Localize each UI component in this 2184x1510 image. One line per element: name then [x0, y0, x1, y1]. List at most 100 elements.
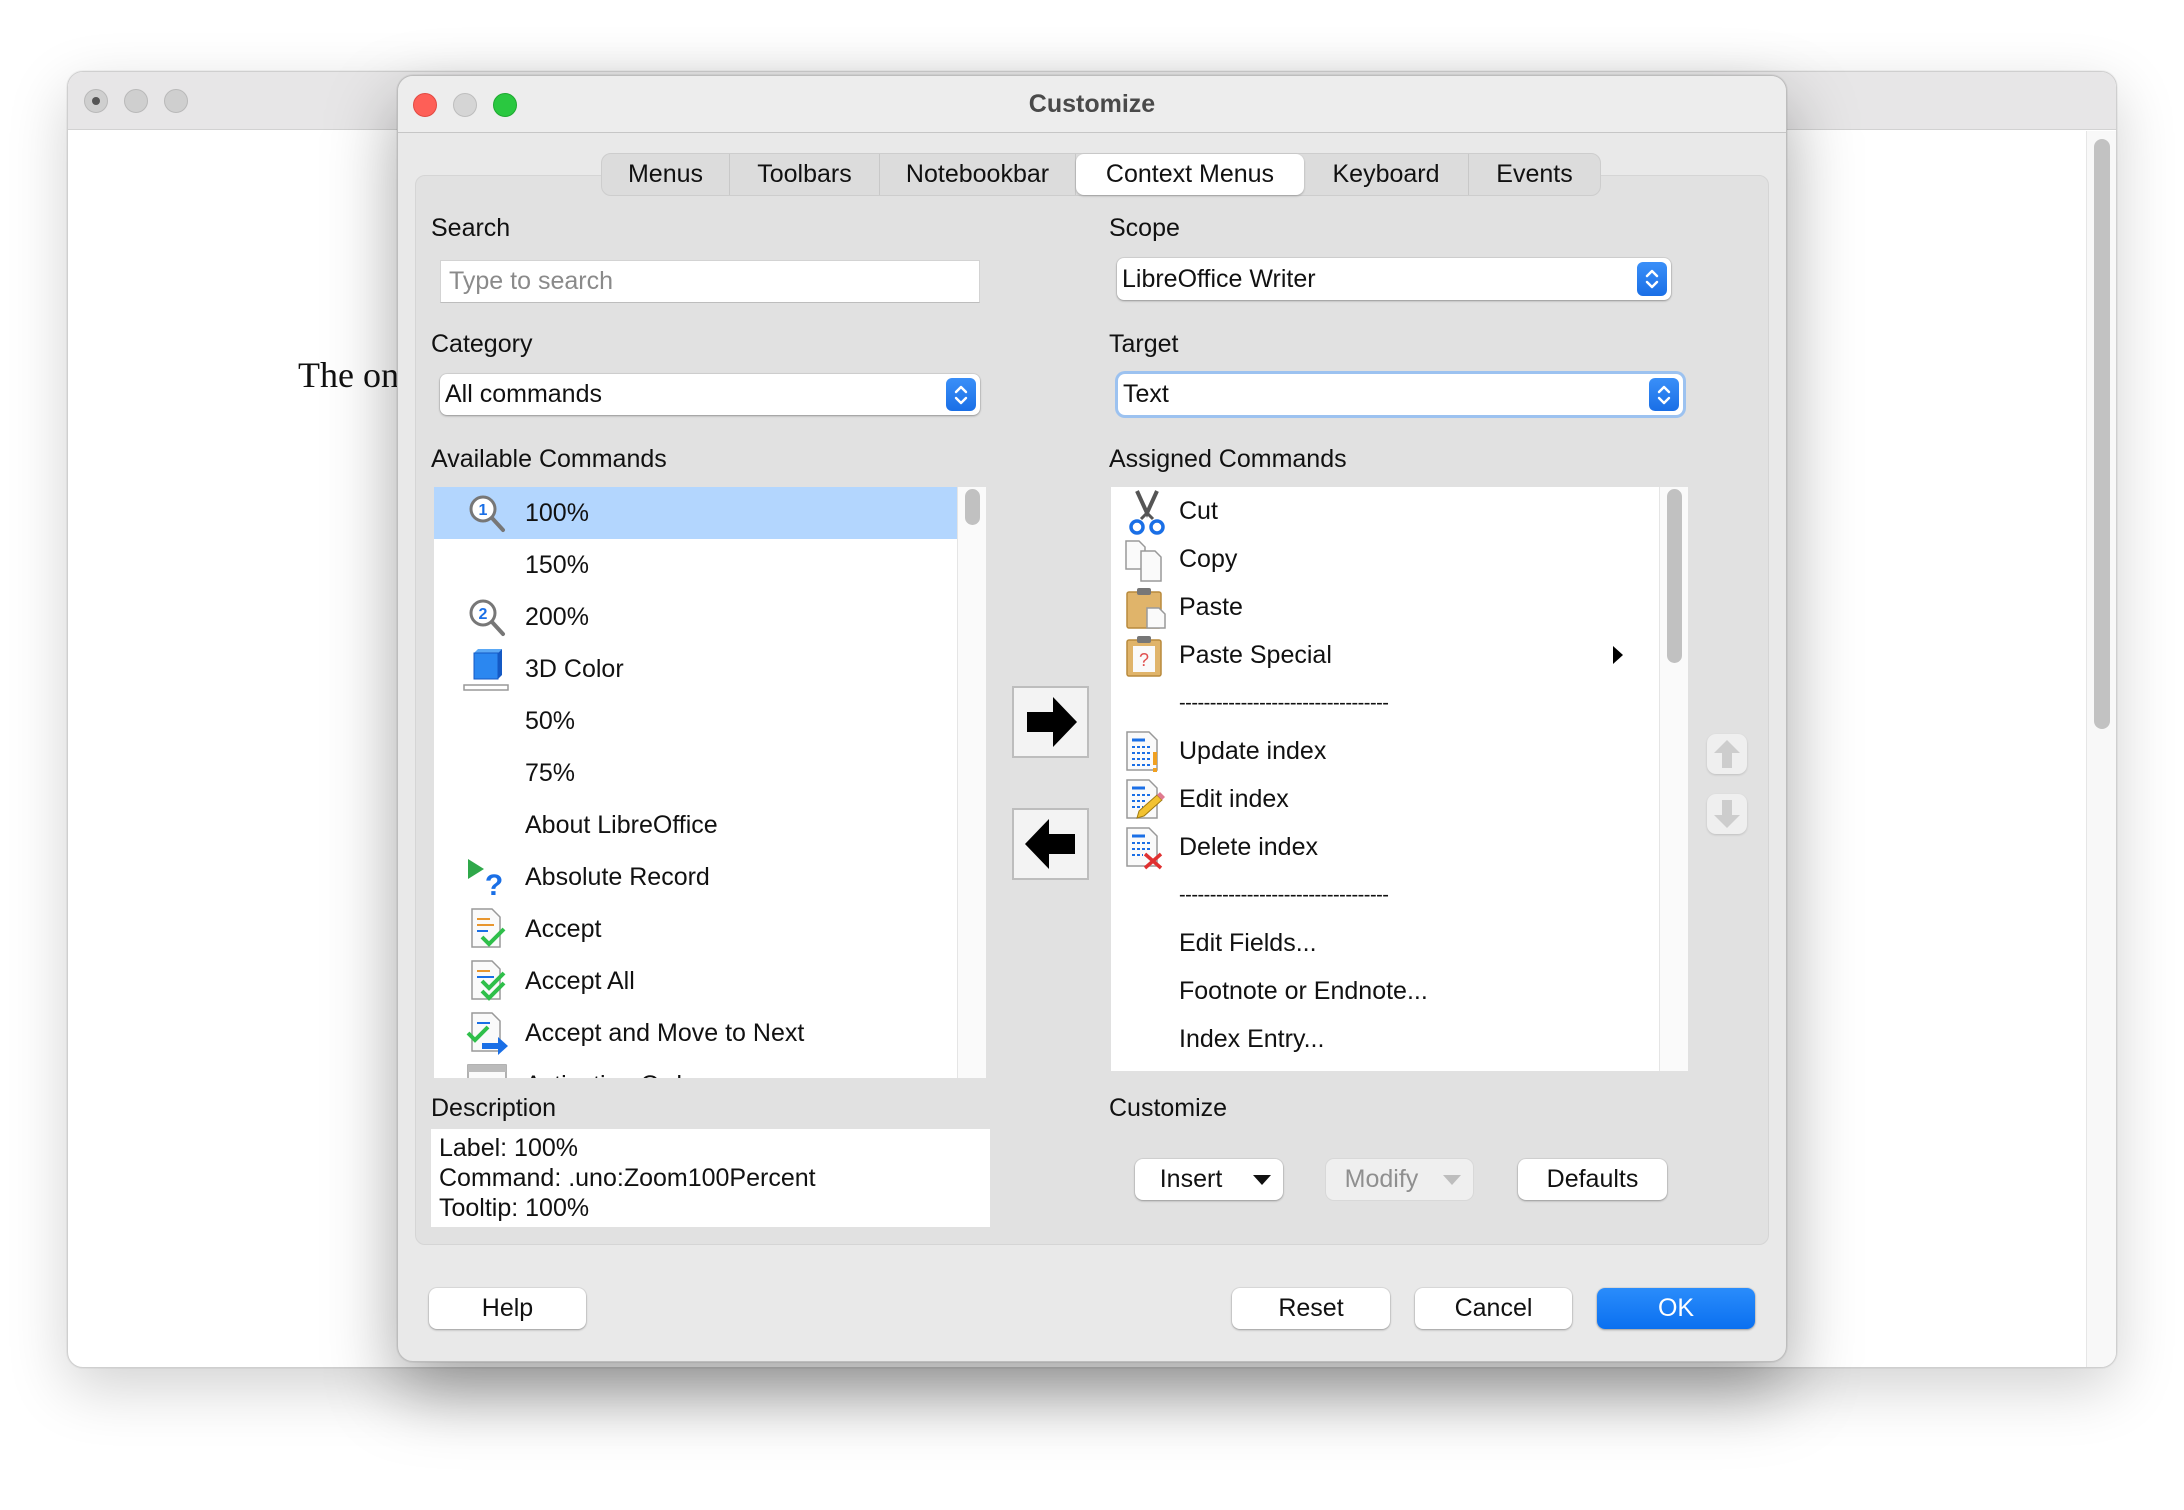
reset-button[interactable]: Reset: [1232, 1288, 1390, 1329]
insert-menu-button[interactable]: Insert: [1135, 1159, 1283, 1200]
bg-minimize-button[interactable]: [124, 89, 148, 113]
zoom-100-icon: 1: [466, 493, 508, 535]
cancel-button[interactable]: Cancel: [1415, 1288, 1572, 1329]
scope-select[interactable]: LibreOffice Writer: [1117, 258, 1671, 300]
accept-next-icon: [464, 1011, 510, 1057]
add-command-button[interactable]: [1012, 686, 1089, 758]
bg-zoom-button[interactable]: [164, 89, 188, 113]
description-line: Tooltip: 100%: [439, 1194, 590, 1222]
list-item[interactable]: 50%: [434, 695, 957, 747]
list-item-separator[interactable]: ----------------------------------: [1111, 679, 1659, 727]
tab-context-menus[interactable]: Context Menus: [1076, 154, 1304, 195]
bg-close-button[interactable]: [84, 89, 108, 113]
paste-special-icon: ?: [1125, 634, 1169, 678]
dialog-titlebar: Customize: [398, 76, 1786, 133]
updown-chevron-icon: [1637, 262, 1667, 296]
defaults-button[interactable]: Defaults: [1518, 1159, 1667, 1200]
arrow-up-icon: [1714, 740, 1740, 768]
list-item-separator[interactable]: ----------------------------------: [1111, 871, 1659, 919]
list-item[interactable]: Edit index: [1111, 775, 1659, 823]
updown-chevron-icon: [1649, 378, 1679, 411]
help-button[interactable]: Help: [429, 1288, 586, 1329]
svg-text:?: ?: [485, 869, 503, 901]
description-box: Label: 100% Command: .uno:Zoom100Percent…: [431, 1129, 990, 1227]
list-item[interactable]: ? Absolute Record: [434, 851, 957, 903]
assigned-commands-scrollbar-thumb[interactable]: [1667, 489, 1682, 663]
list-item[interactable]: Copy: [1111, 535, 1659, 583]
list-item[interactable]: Cut: [1111, 487, 1659, 535]
remove-command-button[interactable]: [1012, 808, 1089, 880]
tab-keyboard[interactable]: Keyboard: [1304, 154, 1469, 195]
3d-color-icon: [462, 647, 510, 693]
svg-text:1: 1: [479, 502, 488, 519]
available-commands-label: Available Commands: [431, 445, 667, 473]
list-item[interactable]: About LibreOffice: [434, 799, 957, 851]
list-item[interactable]: 3D Color: [434, 643, 957, 695]
list-item[interactable]: Update index: [1111, 727, 1659, 775]
absolute-record-icon: ?: [464, 855, 510, 901]
document-scrollbar-thumb[interactable]: [2094, 139, 2110, 729]
available-commands-scrollbar-thumb[interactable]: [965, 489, 980, 525]
customize-label: Customize: [1109, 1094, 1228, 1122]
document-scrollbar[interactable]: [2086, 131, 2116, 1367]
list-item[interactable]: Activation Order: [434, 1059, 957, 1078]
svg-text:2: 2: [479, 606, 488, 623]
tab-notebookbar[interactable]: Notebookbar: [880, 154, 1076, 195]
list-item[interactable]: Delete index: [1111, 823, 1659, 871]
scope-label: Scope: [1109, 214, 1180, 242]
list-item[interactable]: Accept All: [434, 955, 957, 1007]
assigned-commands-list[interactable]: Cut Copy Paste ? Paste Special ---------…: [1111, 487, 1688, 1071]
scope-value: LibreOffice Writer: [1122, 264, 1316, 293]
description-line: Command: .uno:Zoom100Percent: [439, 1164, 816, 1192]
delete-index-icon: [1125, 826, 1167, 870]
list-item[interactable]: Paste: [1111, 583, 1659, 631]
list-item[interactable]: ? Paste Special: [1111, 631, 1659, 679]
update-index-icon: [1125, 730, 1165, 774]
document-text: The on: [298, 355, 399, 395]
tab-menus[interactable]: Menus: [602, 154, 730, 195]
list-item[interactable]: 1 100%: [434, 487, 957, 539]
category-select[interactable]: All commands: [440, 374, 980, 415]
target-label: Target: [1109, 330, 1179, 358]
chevron-down-icon: [1253, 1175, 1271, 1185]
tab-events[interactable]: Events: [1469, 154, 1600, 195]
submenu-arrow-icon: [1611, 645, 1625, 665]
copy-icon: [1123, 539, 1167, 583]
tab-bar: Menus Toolbars Notebookbar Context Menus…: [601, 153, 1601, 196]
category-value: All commands: [445, 380, 602, 408]
arrow-right-icon: [1026, 697, 1077, 747]
assigned-commands-label: Assigned Commands: [1109, 445, 1347, 473]
list-item[interactable]: Accept: [434, 903, 957, 955]
move-down-button: [1707, 794, 1747, 834]
customize-dialog: Customize Menus Toolbars Notebookbar Con…: [397, 75, 1787, 1362]
list-item[interactable]: Footnote or Endnote...: [1111, 967, 1659, 1015]
search-placeholder: Type to search: [449, 267, 613, 295]
description-label: Description: [431, 1094, 557, 1122]
list-item[interactable]: Index Entry...: [1111, 1015, 1659, 1063]
edit-index-icon: [1125, 778, 1167, 822]
list-item[interactable]: 150%: [434, 539, 957, 591]
available-commands-list[interactable]: 1 100% 150% 2 200% 3D Color 50% 75% Abou…: [434, 487, 986, 1078]
list-item[interactable]: Edit Fields...: [1111, 919, 1659, 967]
list-item[interactable]: Accept and Move to Next: [434, 1007, 957, 1059]
list-item[interactable]: 75%: [434, 747, 957, 799]
search-label: Search: [431, 214, 511, 242]
category-label: Category: [431, 330, 533, 358]
assigned-commands-scrollbar[interactable]: [1659, 487, 1688, 1071]
arrow-left-icon: [1024, 819, 1075, 869]
description-line: Label: 100%: [439, 1134, 579, 1162]
zoom-200-icon: 2: [466, 597, 508, 639]
list-item[interactable]: 2 200%: [434, 591, 957, 643]
modify-menu-button: Modify: [1326, 1159, 1473, 1200]
tab-toolbars[interactable]: Toolbars: [730, 154, 880, 195]
dialog-title: Customize: [1028, 90, 1156, 118]
target-select[interactable]: Text: [1118, 374, 1683, 415]
ok-button[interactable]: OK: [1597, 1288, 1755, 1329]
paste-icon: [1125, 586, 1169, 630]
accept-all-icon: [468, 959, 510, 1003]
chevron-down-icon: [1443, 1175, 1461, 1185]
move-up-button: [1707, 734, 1747, 774]
search-input[interactable]: Type to search: [440, 260, 980, 303]
updown-chevron-icon: [946, 378, 976, 411]
available-commands-scrollbar[interactable]: [957, 487, 986, 1078]
